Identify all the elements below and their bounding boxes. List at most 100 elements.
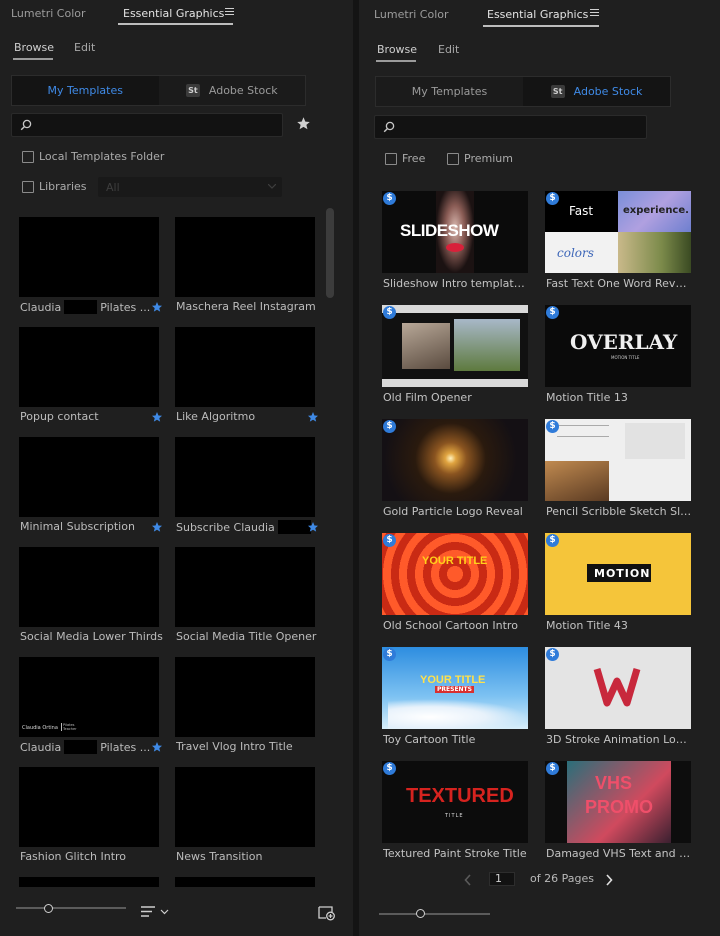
premium-dollar-icon: $: [383, 306, 396, 319]
stock-template-card[interactable]: Fast experience. colors $ Fast Text One Word…: [545, 191, 693, 295]
template-title-text: Like Algoritmo: [176, 410, 256, 423]
tab-lumetri-color[interactable]: Lumetri Color: [374, 8, 449, 21]
stock-template-card[interactable]: TEXTURED TITLE $ Textured Paint Stroke Titl…: [382, 761, 530, 865]
libraries-checkbox-row[interactable]: Libraries: [22, 180, 87, 193]
thumbnail-text: TEXTURED: [406, 785, 514, 807]
template-thumbnail: [175, 217, 315, 297]
template-card[interactable]: Claudia Pilates ...: [19, 217, 169, 317]
stock-template-title: Textured Paint Stroke Title: [383, 847, 527, 860]
template-title: Fashion Glitch Intro: [20, 850, 170, 863]
free-checkbox[interactable]: [385, 152, 397, 165]
my-templates-button[interactable]: My Templates: [12, 76, 159, 105]
search-input[interactable]: [374, 115, 647, 139]
stock-template-card[interactable]: VHS PROMO $ Damaged VHS Text and Lo...: [545, 761, 693, 865]
stock-thumbnail: Fast experience. colors: [545, 191, 691, 273]
stock-thumbnail: VHS PROMO: [545, 761, 691, 843]
chevron-left-icon[interactable]: [464, 874, 472, 886]
libraries-label: Libraries: [39, 180, 87, 193]
template-card[interactable]: Subscribe Claudia: [175, 437, 325, 537]
libraries-checkbox[interactable]: [22, 180, 34, 193]
thumbnail-size-slider-knob[interactable]: [44, 904, 53, 913]
template-card[interactable]: Popup contact: [19, 327, 169, 427]
template-card[interactable]: Claudia Ortina Pilates Teacher Claudia Pila…: [19, 657, 169, 757]
subtab-browse[interactable]: Browse: [14, 41, 54, 54]
stock-template-title: Old Film Opener: [383, 391, 472, 404]
thumbnail-size-slider-knob[interactable]: [416, 909, 425, 918]
thumbnail-size-slider-track[interactable]: [16, 907, 126, 909]
stock-thumbnail: [545, 647, 691, 729]
adobe-stock-button[interactable]: St Adobe Stock: [158, 76, 305, 105]
template-title-text: Fashion Glitch Intro: [20, 850, 127, 863]
template-title: Claudia Pilates ...: [20, 740, 170, 754]
new-layer-icon[interactable]: [318, 905, 336, 921]
stock-template-card[interactable]: SLIDESHOW $ Slideshow Intro template f...: [382, 191, 530, 295]
template-title: Social Media Lower Thirds: [20, 630, 170, 643]
premium-filter-row[interactable]: Premium: [447, 152, 513, 165]
template-grid-scrollbar[interactable]: [325, 208, 335, 888]
subtab-edit[interactable]: Edit: [74, 41, 95, 54]
scrollbar-thumb[interactable]: [326, 208, 334, 298]
stock-template-title: Gold Particle Logo Reveal: [383, 505, 523, 518]
tab-lumetri-color[interactable]: Lumetri Color: [11, 7, 86, 20]
template-card[interactable]: Social Media Title Opener: [175, 547, 325, 647]
stock-thumbnail: MOTION: [545, 533, 691, 615]
favorite-star-icon[interactable]: [307, 521, 319, 533]
libraries-dropdown[interactable]: All: [98, 177, 282, 197]
thumbnail-text: PRESENTS: [435, 686, 474, 693]
premium-dollar-icon: $: [546, 648, 559, 661]
tab-essential-graphics[interactable]: Essential Graphics: [487, 8, 588, 21]
stock-template-card[interactable]: YOUR TITLE $ Old School Cartoon Intro: [382, 533, 530, 637]
adobe-stock-button[interactable]: St Adobe Stock: [523, 77, 670, 106]
favorite-star-icon[interactable]: [151, 411, 163, 423]
premium-checkbox[interactable]: [447, 152, 459, 165]
stock-template-card[interactable]: $3D Stroke Animation Logo...: [545, 647, 693, 751]
stock-template-card[interactable]: $ Gold Particle Logo Reveal: [382, 419, 530, 523]
template-title-text: Subscribe Claudia: [176, 521, 275, 534]
template-thumbnail: [175, 767, 315, 847]
stock-template-title: Damaged VHS Text and Lo...: [546, 847, 692, 860]
premium-dollar-icon: $: [546, 534, 559, 547]
stock-thumbnail: TEXTURED TITLE: [382, 761, 528, 843]
template-title-text: Claudia: [20, 301, 62, 314]
stock-template-card[interactable]: MOTION $ Motion Title 43: [545, 533, 693, 637]
template-card[interactable]: Minimal Subscription: [19, 437, 169, 537]
stock-template-card[interactable]: YOUR TITLE PRESENTS $ Toy Cartoon Title: [382, 647, 530, 751]
search-input[interactable]: [11, 113, 283, 137]
subtab-edit[interactable]: Edit: [438, 43, 459, 56]
favorite-star-icon[interactable]: [151, 741, 163, 753]
template-card[interactable]: Travel Vlog Intro Title: [175, 657, 325, 757]
sort-list-icon[interactable]: [140, 904, 172, 918]
favorite-star-icon[interactable]: [151, 521, 163, 533]
subtab-browse[interactable]: Browse: [377, 43, 417, 56]
template-card[interactable]: News Transition: [175, 767, 325, 867]
template-title-text: Social Media Title Opener: [176, 630, 317, 643]
favorite-star-icon[interactable]: [307, 411, 319, 423]
favorite-star-icon[interactable]: [151, 301, 163, 313]
free-filter-row[interactable]: Free: [385, 152, 425, 165]
template-card[interactable]: Like Algoritmo: [175, 327, 325, 427]
favorites-filter-star-icon[interactable]: [296, 116, 311, 131]
template-title: Travel Vlog Intro Title: [176, 740, 326, 753]
premium-dollar-icon: $: [546, 192, 559, 205]
thumbnail-size-slider-track[interactable]: [379, 913, 490, 915]
template-card[interactable]: Maschera Reel Instagram: [175, 217, 325, 317]
local-templates-checkbox[interactable]: [22, 150, 34, 163]
panel-menu-icon[interactable]: [225, 8, 234, 15]
stock-template-card[interactable]: $ Old Film Opener: [382, 305, 530, 409]
local-templates-checkbox-row[interactable]: Local Templates Folder: [22, 150, 164, 163]
thumbnail-text: MOTION TITLE: [611, 355, 640, 360]
premium-dollar-icon: $: [383, 762, 396, 775]
stock-template-card[interactable]: OVERLAY MOTION TITLE $ Motion Title 13: [545, 305, 693, 409]
template-card[interactable]: Fashion Glitch Intro: [19, 767, 169, 867]
panel-menu-icon[interactable]: [590, 9, 599, 16]
stock-template-card[interactable]: $ Pencil Scribble Sketch Slid...: [545, 419, 693, 523]
chevron-right-icon[interactable]: [605, 874, 613, 886]
page-number-input[interactable]: 1: [489, 872, 515, 886]
template-thumbnail: [175, 437, 315, 517]
template-card[interactable]: Social Media Lower Thirds: [19, 547, 169, 647]
thumbnail-text: experience.: [623, 205, 689, 216]
right-essential-graphics-panel: Lumetri Color Essential Graphics Browse …: [359, 0, 720, 936]
template-thumbnail: [19, 327, 159, 407]
my-templates-button[interactable]: My Templates: [376, 77, 523, 106]
tab-essential-graphics[interactable]: Essential Graphics: [123, 7, 224, 20]
